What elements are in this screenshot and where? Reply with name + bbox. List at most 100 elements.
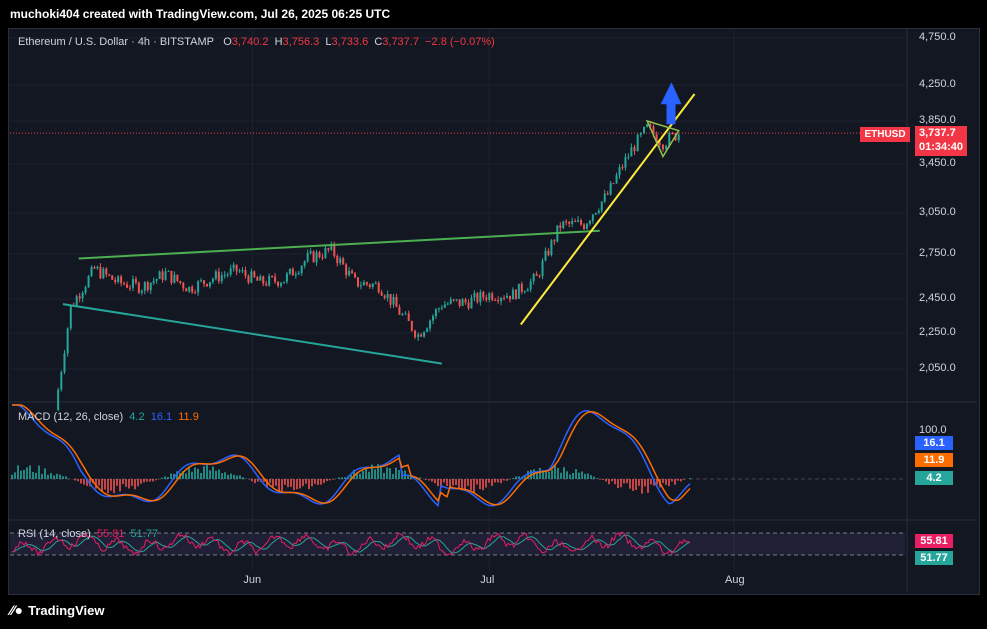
macd-histogram-bar [128,479,130,489]
price-tick-label: 2,450.0 [919,292,956,304]
candle-body [494,299,497,301]
macd-histogram-bar [143,479,145,483]
candle-body [658,142,661,145]
candle-body [392,297,395,305]
candle-body [582,224,585,229]
candle-body [57,389,60,411]
macd-histogram-bar [107,479,109,494]
candle-body [458,299,461,306]
macd-histogram-bar [104,479,106,490]
candle-body [606,193,609,195]
candle-body [488,293,491,300]
macd-histogram-bar [272,479,274,487]
candle-body [137,282,140,293]
macd-histogram-bar [389,468,391,479]
candle-body [630,147,633,157]
candle-body [600,201,603,211]
candle-body [256,277,259,281]
candle-body [105,268,108,275]
macd-histogram-bar [146,479,148,482]
macd-histogram-bar [332,479,334,480]
macd-histogram-bar [683,479,685,480]
macd-histogram-bar [476,479,478,485]
macd-histogram-bar [218,469,220,479]
macd-histogram-bar [497,479,499,483]
macd-histogram-bar [617,479,619,488]
macd-histogram-bar [500,479,502,484]
candle-body [526,289,529,292]
candle-body [588,220,591,224]
candle-body [354,273,357,278]
candle-body [123,283,126,285]
candle-body [365,282,368,285]
candle-body [434,309,437,317]
candle-body [208,281,211,287]
macd-histogram-bar [125,479,127,487]
symbol-badge: ETHUSD [860,127,910,142]
candle-body [182,283,185,289]
candle-body [431,316,434,321]
candle-body [523,291,526,293]
low-value: 3,733.6 [331,36,369,48]
candle-body [155,278,158,281]
rsi-label: RSI (14, close) [18,528,91,540]
macd-histogram-bar [644,479,646,487]
candle-body [274,276,277,282]
candle-body [149,282,152,291]
macd-histogram-bar [242,477,244,479]
candle-body [414,330,417,338]
candle-body [511,289,514,300]
candle-body [280,283,283,286]
candle-body [90,267,93,277]
candle-body [173,274,176,283]
candle-body [99,266,102,279]
candle-body [407,313,410,321]
macd-histogram-bar [293,479,295,491]
candle-body [203,280,206,284]
macd-histogram-bar [200,473,202,479]
macd-histogram-bar [23,470,25,479]
macd-histogram-bar [17,465,19,479]
candle-body [345,264,348,276]
macd-histogram-bar [29,465,31,479]
macd-histogram-bar [383,472,385,479]
macd-histogram-bar [323,479,325,484]
close-value: 3,737.7 [382,36,419,48]
macd-histogram-bar [185,473,187,479]
macd-histogram-bar [80,479,82,484]
macd-histogram-bar [239,475,241,479]
candle-body [108,274,111,276]
candle-body [464,299,467,303]
candle-body [677,134,680,141]
candle-body [639,133,642,135]
macd-histogram-bar [467,479,469,486]
candle-body [306,253,309,262]
candle-body [146,282,149,291]
candle-body [214,271,217,279]
macd-histogram-bar [452,479,454,486]
macd-histogram-bar [287,479,289,488]
macd-histogram-bar [221,473,223,479]
candle-body [577,220,580,222]
macd-histogram-bar [455,479,457,485]
macd-histogram-bar [464,479,466,490]
price-legend: Ethereum / U.S. Dollar · 4h · BITSTAMP O… [18,36,495,48]
candle-body [238,271,241,273]
candle-body [547,250,550,255]
candle-body [386,293,389,299]
macd-histogram-bar [308,479,310,490]
macd-histogram-bar [341,477,343,479]
candle-body [318,252,321,258]
macd-histogram-bar [119,479,121,492]
macd-histogram-bar [65,476,67,479]
price-tick-label: 4,750.0 [919,31,956,43]
macd-histogram-bar [578,472,580,479]
candle-body [191,286,194,293]
candle-body [200,280,203,282]
candle-body [618,167,621,176]
macd-histogram-bar [575,469,577,479]
candle-body [395,297,398,307]
candle-body [565,221,568,223]
macd-histogram-bar [299,479,301,489]
rsi-value: 55.81 [96,528,125,540]
